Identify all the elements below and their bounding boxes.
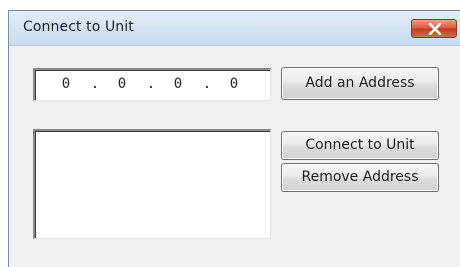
ip-octet-1[interactable]: 0 (59, 76, 73, 92)
ip-address-field[interactable]: 0 . 0 . 0 . 0 (33, 68, 271, 101)
ip-separator: . (90, 76, 100, 92)
ip-octet-2[interactable]: 0 (115, 76, 129, 92)
window-title: Connect to Unit (23, 19, 134, 35)
address-list[interactable] (33, 129, 271, 239)
title-bar[interactable]: Connect to Unit (9, 11, 460, 46)
ip-separator: . (146, 76, 156, 92)
connect-to-unit-button[interactable]: Connect to Unit (281, 131, 439, 160)
close-icon (428, 23, 442, 35)
close-button[interactable] (411, 19, 457, 38)
connect-to-unit-dialog: Connect to Unit 0 . 0 . 0 . 0 Add an Add… (8, 10, 460, 267)
ip-octet-3[interactable]: 0 (171, 76, 185, 92)
ip-separator: . (202, 76, 212, 92)
add-address-button[interactable]: Add an Address (281, 67, 439, 100)
ip-octet-4[interactable]: 0 (227, 76, 241, 92)
remove-address-button[interactable]: Remove Address (281, 163, 439, 192)
